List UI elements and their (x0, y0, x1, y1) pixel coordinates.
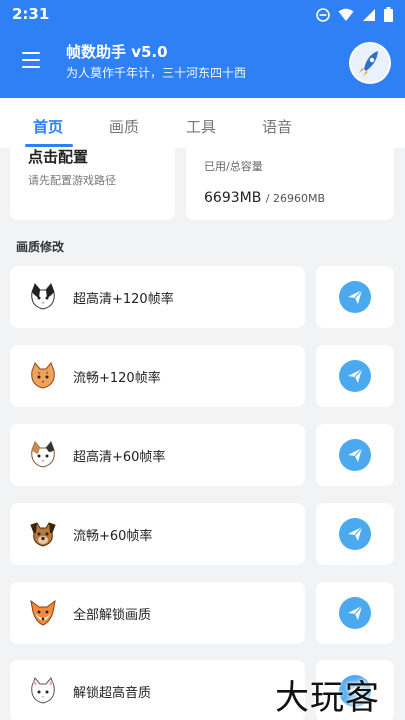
black-white-cat-icon (31, 283, 55, 310)
battery-icon (384, 7, 393, 22)
dnd-icon (316, 7, 330, 22)
list-item[interactable]: 全部解锁画质 (10, 582, 305, 644)
list-item[interactable]: 流畅+60帧率 (10, 503, 305, 565)
list-item-label: 超高清+60帧率 (73, 450, 166, 465)
wifi-icon (338, 8, 354, 21)
send-icon (348, 447, 363, 462)
storage-used: 6693MB (204, 190, 262, 206)
white-cat-icon (31, 677, 55, 704)
apply-button-card (316, 582, 394, 644)
tab-bar: 首页 画质 工具 语音 (0, 98, 405, 148)
orange-cat-icon (31, 362, 55, 389)
list-item-label: 解锁超高音质 (73, 686, 152, 701)
watermark: 大玩客 (275, 678, 380, 718)
config-card[interactable]: 点击配置 请先配置游戏路径 (10, 138, 175, 220)
apply-button[interactable] (339, 360, 371, 392)
section-title-quality: 画质修改 (16, 240, 65, 254)
list-item[interactable]: 解锁超高音质 (10, 660, 305, 720)
status-bar: 2:31 (0, 0, 405, 30)
apply-button[interactable] (339, 281, 371, 313)
storage-value: 6693MB / 26960MB (204, 190, 325, 206)
avatar[interactable] (349, 42, 391, 84)
app-header: 帧数助手 v5.0 为人莫作千年计，三十河东四十西 (0, 30, 405, 98)
storage-label: 已用/总容量 (204, 160, 263, 173)
apply-button-card (316, 266, 394, 328)
send-icon (348, 289, 363, 304)
config-subtitle: 请先配置游戏路径 (28, 174, 116, 187)
list-item-label: 流畅+60帧率 (73, 529, 153, 544)
apply-button[interactable] (339, 518, 371, 550)
calico-cat-icon (31, 441, 55, 468)
apply-button[interactable] (339, 439, 371, 471)
status-time: 2:31 (12, 5, 50, 23)
tab-home[interactable]: 首页 (33, 116, 63, 137)
send-icon (348, 526, 363, 541)
config-title: 点击配置 (28, 148, 89, 166)
tab-quality[interactable]: 画质 (109, 116, 139, 137)
app-title: 帧数助手 v5.0 (66, 43, 168, 61)
list-item[interactable]: 超高清+120帧率 (10, 266, 305, 328)
dog-icon (30, 522, 56, 547)
tab-tools[interactable]: 工具 (186, 116, 216, 137)
tab-voice[interactable]: 语音 (262, 116, 292, 137)
list-item-label: 全部解锁画质 (73, 608, 152, 623)
signal-icon (363, 8, 375, 21)
tab-indicator (25, 144, 73, 147)
list-item-label: 流畅+120帧率 (73, 371, 161, 386)
apply-button[interactable] (339, 597, 371, 629)
list-item[interactable]: 流畅+120帧率 (10, 345, 305, 407)
storage-total: / 26960MB (265, 192, 325, 205)
list-item-label: 超高清+120帧率 (73, 292, 174, 307)
apply-button-card (316, 503, 394, 565)
storage-card: 已用/总容量 6693MB / 26960MB (186, 138, 394, 220)
rocket-logo-icon (351, 44, 389, 82)
send-icon (348, 368, 363, 383)
menu-icon[interactable] (22, 52, 40, 68)
status-icons (316, 7, 393, 22)
app-subtitle: 为人莫作千年计，三十河东四十西 (66, 66, 247, 80)
list-item[interactable]: 超高清+60帧率 (10, 424, 305, 486)
send-icon (348, 605, 363, 620)
apply-button-card (316, 345, 394, 407)
fox-icon (30, 599, 56, 626)
apply-button-card (316, 424, 394, 486)
